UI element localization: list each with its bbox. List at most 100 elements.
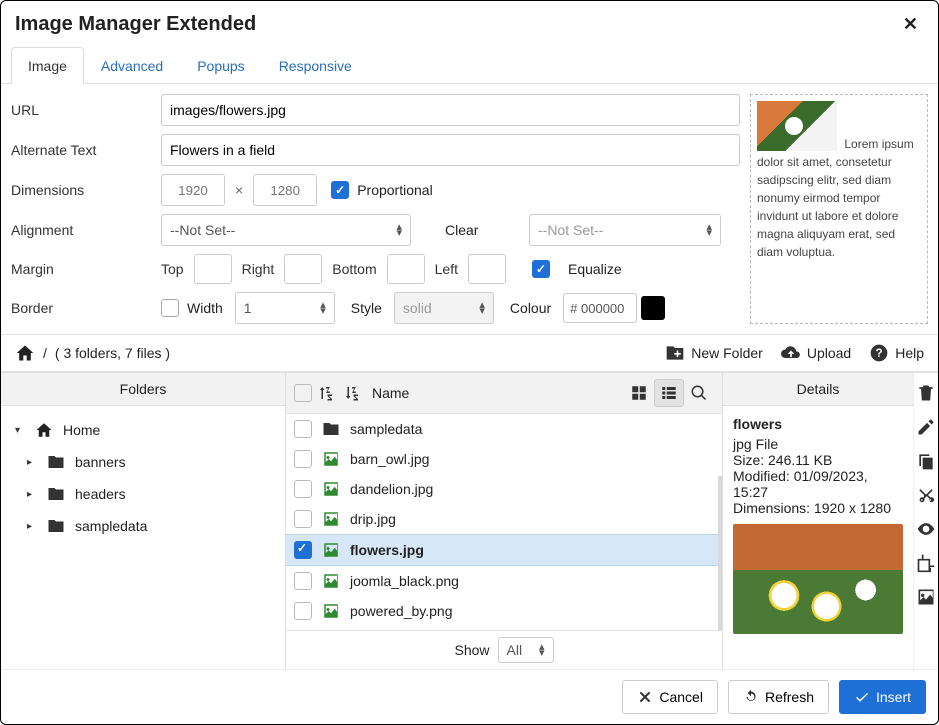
border-style-label: Style (351, 300, 382, 316)
file-checkbox[interactable] (294, 510, 312, 528)
eye-icon[interactable] (916, 519, 936, 539)
cut-icon[interactable] (916, 485, 936, 505)
upload-icon (781, 343, 801, 363)
clear-label: Clear (445, 222, 529, 238)
tab-popups[interactable]: Popups (180, 47, 261, 84)
new-folder-button[interactable]: New Folder (665, 343, 763, 363)
details-size: Size: 246.11 KB (733, 452, 903, 468)
tab-advanced[interactable]: Advanced (84, 47, 180, 84)
border-colour-label: Colour (510, 300, 551, 316)
sort-alpha-asc-icon[interactable] (320, 384, 338, 402)
clear-select[interactable]: --Not Set-- ▴▾ (529, 214, 721, 246)
dimensions-separator: × (235, 182, 243, 198)
delete-icon[interactable] (916, 383, 936, 403)
folders-header: Folders (1, 373, 285, 406)
alt-input[interactable] (161, 134, 740, 166)
file-checkbox[interactable] (294, 450, 312, 468)
help-button[interactable]: ? Help (869, 343, 924, 363)
copy-icon[interactable] (916, 451, 936, 471)
details-preview-image (733, 524, 903, 634)
file-row[interactable]: drip.jpg (286, 504, 722, 534)
margin-top-input[interactable] (194, 254, 232, 284)
breadcrumb-count: ( 3 folders, 7 files ) (55, 345, 170, 361)
margin-bottom-label: Bottom (332, 261, 376, 277)
caret-icon: ▸ (27, 489, 37, 500)
proportional-label: Proportional (357, 182, 433, 198)
file-checkbox[interactable] (294, 602, 312, 620)
colour-swatch[interactable] (641, 296, 665, 320)
border-style-select[interactable]: solid ▴▾ (394, 292, 494, 324)
margin-right-input[interactable] (284, 254, 322, 284)
caret-icon: ▸ (27, 521, 37, 532)
cancel-button[interactable]: Cancel (622, 680, 718, 714)
alt-label: Alternate Text (11, 142, 161, 158)
sort-alpha-desc-icon[interactable] (346, 384, 364, 402)
margin-left-input[interactable] (468, 254, 506, 284)
file-row[interactable]: powered_by.png (286, 596, 722, 626)
file-name: barn_owl.jpg (350, 451, 429, 467)
file-name: dandelion.jpg (350, 481, 433, 497)
select-all-checkbox[interactable] (294, 384, 312, 402)
upload-button[interactable]: Upload (781, 343, 851, 363)
margin-left-label: Left (435, 261, 458, 277)
grid-view-button[interactable] (624, 379, 654, 407)
file-row[interactable]: sampledata (286, 414, 722, 444)
caret-icon: ▾ (15, 425, 25, 436)
show-select[interactable]: All ▴▾ (498, 637, 554, 663)
alignment-select[interactable]: --Not Set-- ▴▾ (161, 214, 411, 246)
chevron-updown-icon: ▴▾ (479, 302, 485, 314)
file-row[interactable]: flowers.jpg (286, 534, 722, 566)
file-name: powered_by.png (350, 603, 452, 619)
file-checkbox[interactable] (294, 480, 312, 498)
image-icon[interactable] (916, 587, 936, 607)
show-label: Show (454, 642, 489, 658)
border-width-select[interactable]: 1 ▴▾ (235, 292, 335, 324)
tab-image[interactable]: Image (11, 47, 84, 84)
scrollbar[interactable] (718, 476, 722, 630)
border-label: Border (11, 300, 161, 316)
details-dimensions: Dimensions: 1920 x 1280 (733, 500, 903, 516)
name-column-header[interactable]: Name (372, 385, 409, 401)
border-checkbox[interactable] (161, 299, 179, 317)
chevron-updown-icon: ▴▾ (706, 224, 712, 236)
file-checkbox[interactable] (294, 420, 312, 438)
tree-item-sampledata[interactable]: ▸sampledata (1, 510, 285, 542)
edit-icon[interactable] (916, 417, 936, 437)
new-folder-icon (665, 343, 685, 363)
file-checkbox[interactable] (294, 541, 312, 559)
tree-item-home[interactable]: ▾Home (1, 414, 285, 446)
equalize-checkbox[interactable] (532, 260, 550, 278)
file-row[interactable]: joomla_black.png (286, 566, 722, 596)
file-row[interactable]: dandelion.jpg (286, 474, 722, 504)
refresh-button[interactable]: Refresh (728, 680, 829, 714)
details-header: Details (723, 373, 913, 406)
border-width-label: Width (187, 300, 223, 316)
tree-item-headers[interactable]: ▸ headers (1, 478, 285, 510)
tree-item-label: headers (75, 486, 126, 502)
search-button[interactable] (684, 379, 714, 407)
margin-label: Margin (11, 261, 161, 277)
tab-responsive[interactable]: Responsive (262, 47, 369, 84)
file-checkbox[interactable] (294, 572, 312, 590)
close-icon[interactable]: ✕ (899, 14, 922, 35)
breadcrumb-separator: / (43, 345, 47, 361)
details-type: jpg File (733, 436, 903, 452)
preview-thumbnail (757, 101, 837, 151)
list-view-button[interactable] (654, 379, 684, 407)
url-input[interactable] (161, 94, 740, 126)
border-colour-input[interactable] (563, 293, 637, 323)
home-icon[interactable] (15, 343, 35, 363)
preview-panel: Lorem ipsum dolor sit amet, consetetur s… (750, 94, 928, 324)
insert-button[interactable]: Insert (839, 680, 926, 714)
file-row[interactable]: robin.jpg (286, 626, 722, 630)
tree-item-banners[interactable]: ▸banners (1, 446, 285, 478)
proportional-checkbox[interactable] (331, 181, 349, 199)
file-row[interactable]: barn_owl.jpg (286, 444, 722, 474)
margin-bottom-input[interactable] (387, 254, 425, 284)
file-name: drip.jpg (350, 511, 396, 527)
crop-icon[interactable] (916, 553, 936, 573)
tree-item-label: banners (75, 454, 126, 470)
height-input[interactable] (253, 174, 317, 206)
width-input[interactable] (161, 174, 225, 206)
details-filename: flowers (733, 416, 903, 432)
